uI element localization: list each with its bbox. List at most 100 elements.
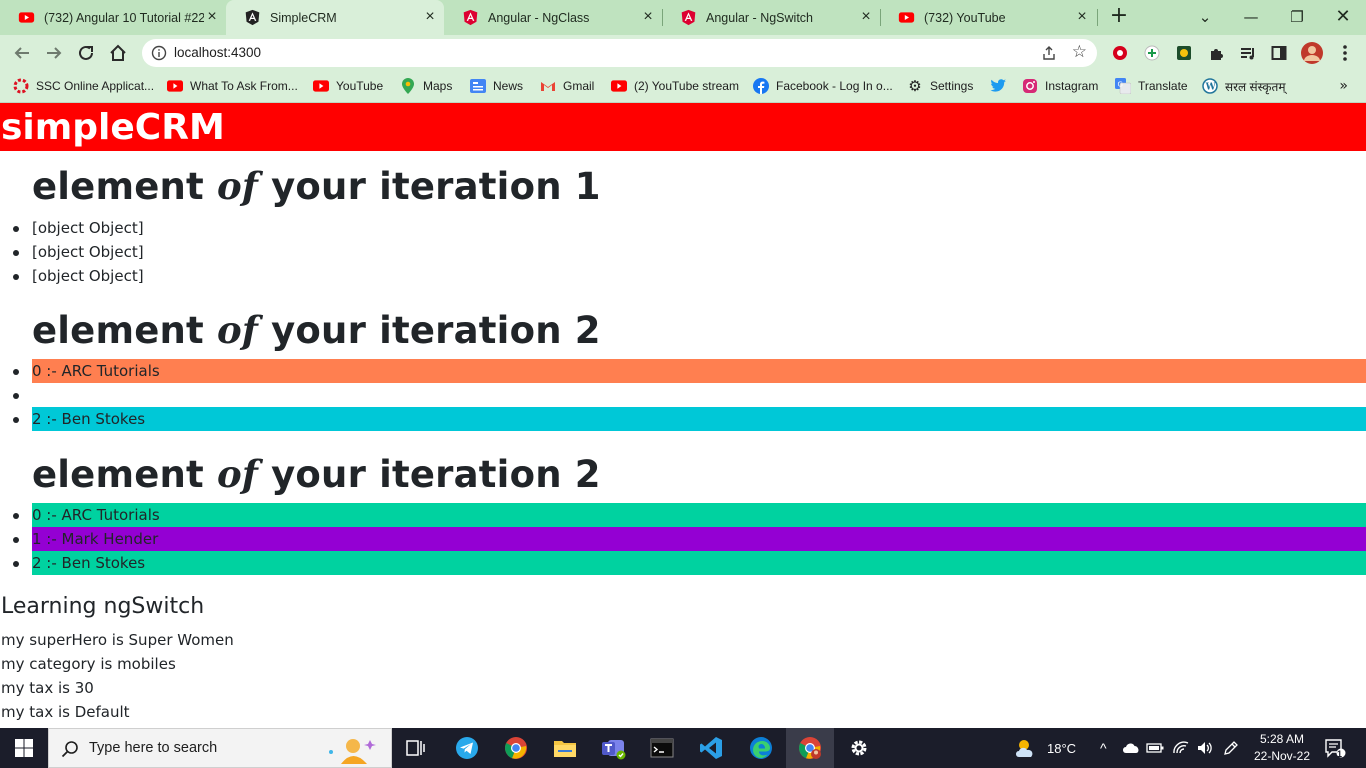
terminal-icon[interactable] — [648, 734, 676, 762]
list-item: 0 :- ARC Tutorials — [0, 359, 1366, 383]
app-header: simpleCRM — [0, 103, 1366, 151]
twitter-icon — [990, 78, 1006, 94]
reload-button[interactable] — [73, 40, 99, 66]
share-icon[interactable] — [1041, 45, 1057, 61]
angular-icon — [681, 9, 696, 26]
window-close-button[interactable]: ✕ — [1320, 3, 1366, 31]
arrow-left-icon — [14, 47, 29, 59]
bookmark-twitter[interactable] — [990, 76, 1013, 96]
notification-count: 1 — [1337, 749, 1343, 759]
onedrive-cloud-icon[interactable] — [1120, 734, 1142, 762]
tab-search-chevron-icon[interactable]: ⌄ — [1182, 3, 1228, 31]
colored-item-bar: 0 :- ARC Tutorials — [32, 359, 1366, 383]
chevron-up-icon[interactable]: ^ — [1100, 728, 1107, 768]
info-icon[interactable] — [151, 45, 167, 61]
record-extension-icon[interactable] — [1110, 43, 1130, 63]
bookmark-instagram[interactable]: Instagram — [1022, 76, 1098, 96]
heading-text: element — [32, 165, 218, 208]
bookmark-youtube[interactable]: YouTube — [313, 76, 383, 96]
svg-text:W: W — [1205, 83, 1217, 93]
iteration-list-2: 0 :- ARC Tutorials 2 :- Ben Stokes — [0, 359, 1366, 431]
kebab-menu-icon[interactable] — [1335, 43, 1355, 63]
heading-text: your iteration 2 — [258, 453, 601, 496]
forward-button[interactable] — [41, 40, 67, 66]
side-panel-icon[interactable] — [1269, 43, 1289, 63]
system-clock[interactable]: 5:28 AM 22-Nov-22 — [1244, 731, 1320, 765]
taskbar-search-box[interactable]: Type here to search — [48, 728, 392, 768]
back-button[interactable] — [9, 40, 35, 66]
bookmark-label: Translate — [1138, 79, 1188, 93]
bookmark-what-to-ask[interactable]: What To Ask From... — [167, 76, 298, 96]
tab-simplecrm[interactable]: SimpleCRM × — [226, 0, 444, 35]
tab-youtube[interactable]: (732) YouTube × — [880, 0, 1096, 35]
dictionary-extension-icon[interactable] — [1174, 43, 1194, 63]
restore-button[interactable]: ❐ — [1274, 3, 1320, 31]
tab-label: SimpleCRM — [270, 10, 337, 25]
close-icon[interactable]: × — [1074, 9, 1090, 25]
bookmarks-overflow-button[interactable]: » — [1339, 78, 1348, 94]
bookmark-ssc[interactable]: SSC Online Applicat... — [13, 76, 154, 96]
chrome-icon[interactable] — [796, 734, 824, 762]
page-viewport: simpleCRM element of your iteration 1 [o… — [0, 103, 1366, 728]
telegram-icon[interactable] — [453, 734, 481, 762]
extensions-puzzle-icon[interactable] — [1206, 43, 1226, 63]
weather-icon[interactable] — [1012, 734, 1042, 762]
edge-icon[interactable] — [747, 734, 775, 762]
heading-italic-text: of — [217, 164, 259, 208]
bookmark-saral-sanskritam[interactable]: W सरल संस्कृतम् — [1202, 76, 1286, 96]
close-icon[interactable]: × — [204, 9, 220, 25]
tab-ngswitch[interactable]: Angular - NgSwitch × — [662, 0, 880, 35]
wifi-icon[interactable] — [1170, 734, 1192, 762]
settings-gear-icon[interactable] — [845, 734, 873, 762]
pen-icon[interactable] — [1220, 734, 1242, 762]
gear-icon: ⚙ — [908, 78, 922, 95]
bookmark-maps[interactable]: Maps — [400, 76, 452, 96]
volume-icon[interactable] — [1194, 734, 1216, 762]
profile-avatar[interactable] — [1300, 41, 1324, 65]
close-icon[interactable]: × — [640, 9, 656, 25]
bookmark-label: सरल संस्कृतम् — [1225, 79, 1286, 94]
bookmark-translate[interactable]: G Translate — [1115, 76, 1188, 96]
chrome-icon[interactable] — [502, 734, 530, 762]
bookmark-youtube-stream[interactable]: (2) YouTube stream — [611, 76, 739, 96]
task-view-icon[interactable] — [402, 734, 430, 762]
iteration-heading-3: element of your iteration 2 — [32, 452, 601, 497]
tab-angular-tutorial[interactable]: (732) Angular 10 Tutorial #22 × — [0, 0, 226, 35]
search-highlight-icon — [329, 739, 376, 764]
youtube-icon — [898, 12, 915, 23]
minimize-button[interactable]: — — [1228, 3, 1274, 31]
bookmark-label: What To Ask From... — [190, 79, 298, 93]
youtube-icon — [167, 78, 183, 94]
search-icon — [61, 741, 78, 758]
teams-icon[interactable] — [600, 734, 628, 762]
vscode-icon[interactable] — [697, 734, 725, 762]
close-icon[interactable]: × — [858, 9, 874, 25]
bookmark-label: Maps — [423, 79, 453, 93]
bookmark-settings[interactable]: ⚙ Settings — [907, 76, 973, 96]
bookmark-star-icon[interactable]: ☆ — [1072, 43, 1087, 61]
bookmark-news[interactable]: News — [470, 76, 523, 96]
bookmark-label: YouTube — [336, 79, 384, 93]
new-tab-button[interactable]: + — [1108, 5, 1130, 28]
colored-item-bar: 2 :- Ben Stokes — [32, 407, 1366, 431]
iteration-list-1: [object Object] [object Object] [object … — [0, 216, 1366, 288]
start-button[interactable] — [0, 728, 48, 768]
tab-separator — [1097, 9, 1098, 26]
tab-label: Angular - NgSwitch — [706, 10, 813, 25]
notification-center-icon[interactable]: 1 — [1322, 734, 1348, 762]
temperature-text: 18°C — [1047, 740, 1077, 756]
bookmark-gmail[interactable]: Gmail — [540, 76, 594, 96]
file-explorer-icon[interactable] — [551, 734, 579, 762]
address-bar[interactable]: localhost:4300 ☆ — [142, 39, 1097, 67]
tab-ngclass[interactable]: Angular - NgClass × — [444, 0, 662, 35]
angular-icon — [463, 9, 478, 26]
plus-extension-icon[interactable] — [1142, 43, 1162, 63]
wordpress-icon: W — [1202, 78, 1218, 94]
close-icon[interactable]: × — [422, 9, 438, 25]
tax-text: my tax is 30 — [1, 679, 94, 697]
colored-item-bar: 1 :- Mark Hender — [32, 527, 1366, 551]
battery-icon[interactable] — [1144, 734, 1166, 762]
bookmark-facebook[interactable]: Facebook - Log In o... — [753, 76, 893, 96]
home-button[interactable] — [105, 40, 131, 66]
media-queue-icon[interactable] — [1237, 43, 1257, 63]
